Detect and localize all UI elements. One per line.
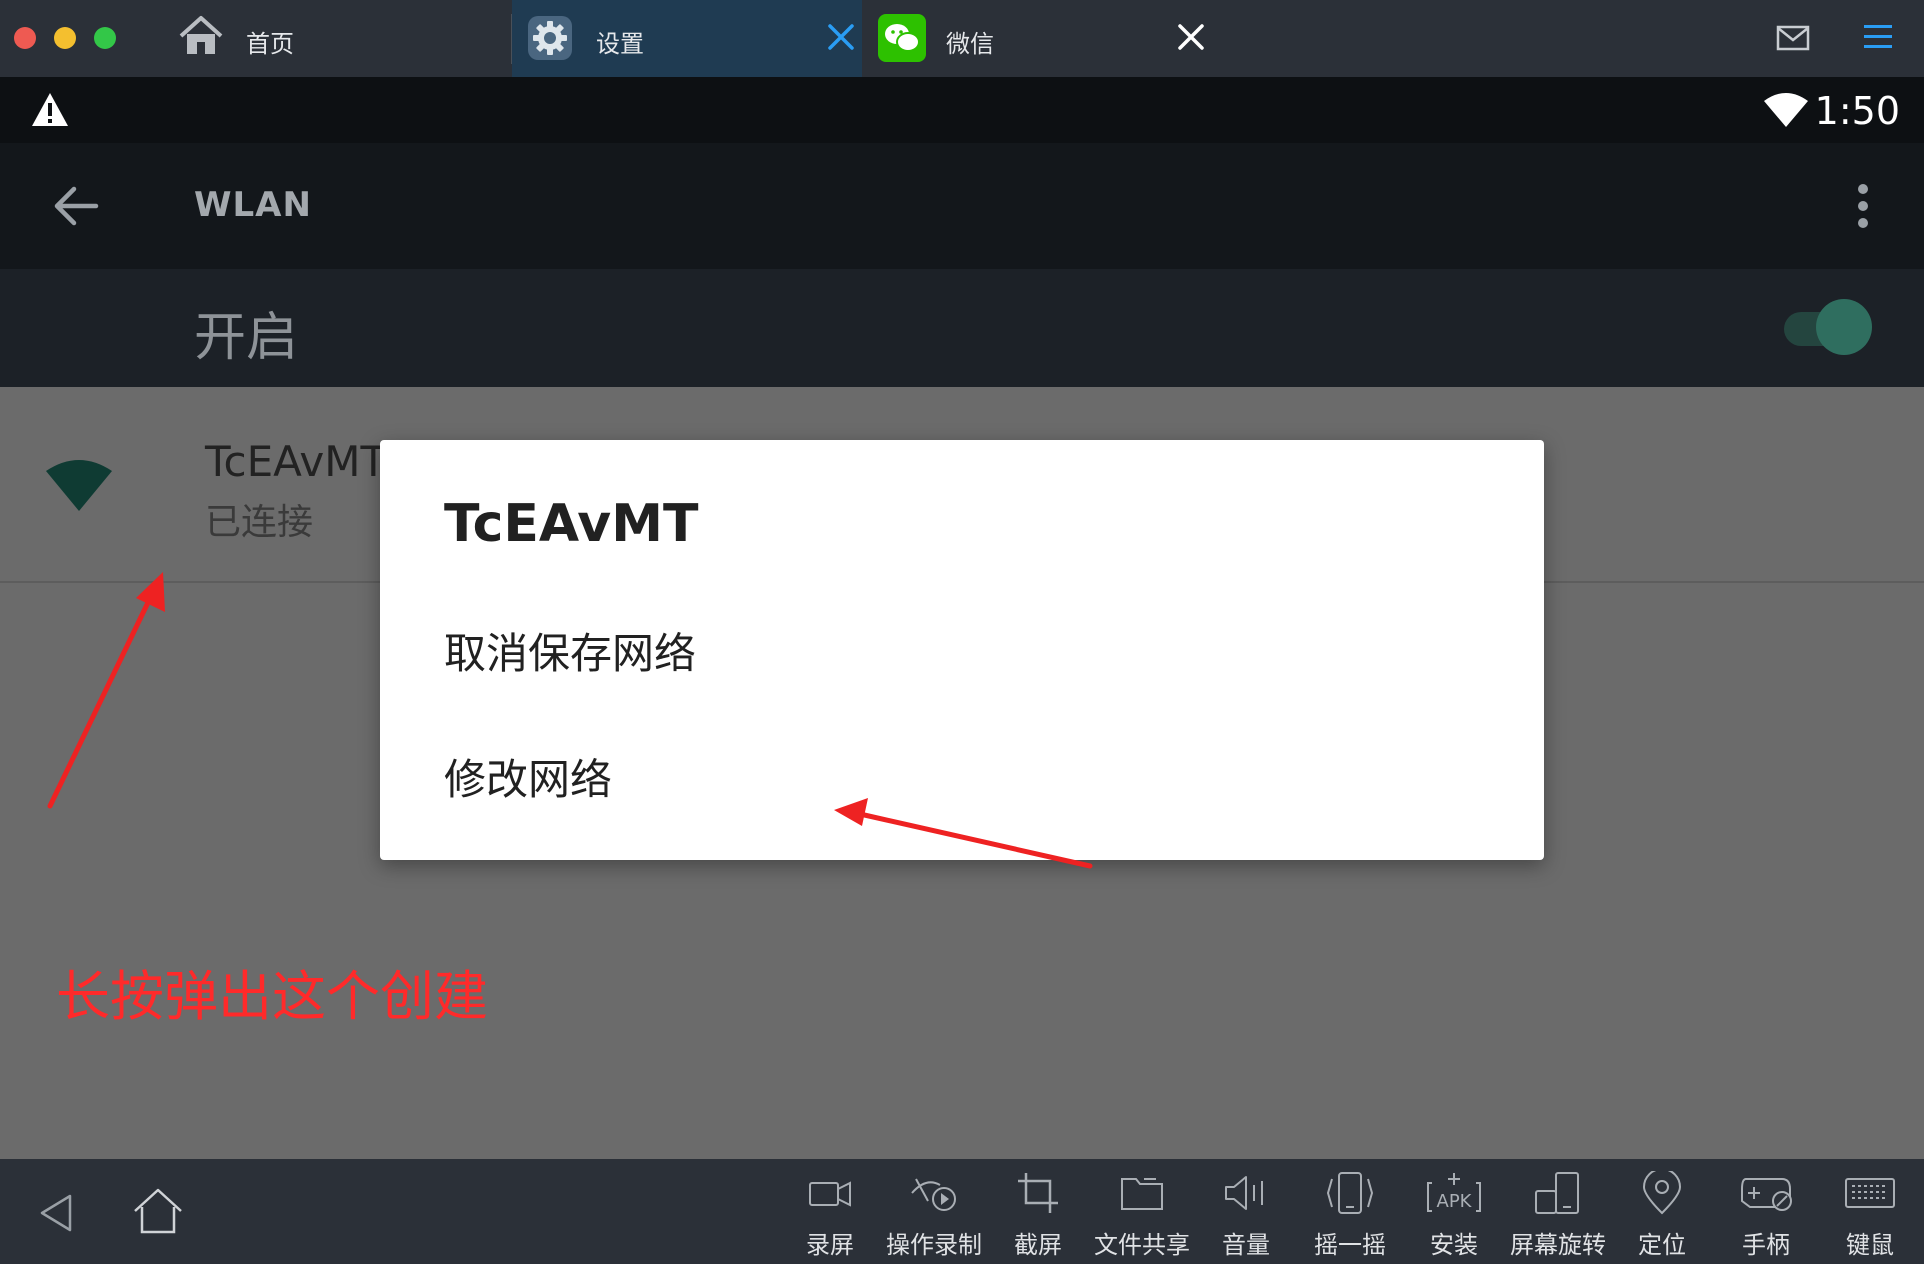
emulator-toolbar: 录屏 操作录制 截屏 文件共享 音量 摇一摇 APK 安装 屏幕旋转 定位 手柄… (0, 1159, 1924, 1264)
gamepad-icon (1741, 1178, 1792, 1211)
record-macro-icon (911, 1178, 956, 1211)
toolbar-record-macro[interactable]: 操作录制 (882, 1171, 986, 1261)
toolbar-label: 键鼠 (1846, 1231, 1894, 1259)
toolbar-gamepad[interactable]: 手柄 (1714, 1171, 1818, 1261)
network-context-dialog: TcEAvMT 取消保存网络 修改网络 (380, 440, 1544, 860)
wifi-toggle-thumb[interactable] (1816, 299, 1872, 355)
toolbar-file-share[interactable]: 文件共享 (1090, 1171, 1194, 1261)
wifi-toggle-row[interactable]: 开启 (0, 269, 1924, 387)
tab-wechat[interactable]: 微信 (862, 0, 1212, 77)
emulator-window: 首页 设置 微信 1:50 WLAN 开启 TcEAvMT 已连接 长按弹出这个… (0, 0, 1924, 1264)
toolbar-label: 文件共享 (1094, 1231, 1190, 1259)
settings-gear-icon (528, 16, 572, 60)
toolbar-label: 定位 (1638, 1231, 1686, 1259)
tab-settings[interactable]: 设置 (512, 0, 862, 77)
volume-icon (1225, 1176, 1263, 1210)
tab-settings-label: 设置 (596, 30, 644, 58)
tab-bar: 首页 设置 微信 (0, 0, 1924, 77)
toolbar-install-apk[interactable]: APK 安装 (1402, 1171, 1506, 1261)
mail-icon[interactable] (1776, 24, 1810, 52)
crop-icon (1018, 1173, 1058, 1213)
toolbar-keyboard-mouse[interactable]: 键鼠 (1818, 1171, 1922, 1261)
folder-icon (1121, 1178, 1163, 1210)
tab-home-label: 首页 (246, 30, 294, 58)
window-close-dot[interactable] (14, 27, 36, 49)
network-status: 已连接 (205, 502, 314, 543)
toolbar-label: 安装 (1430, 1231, 1478, 1259)
network-name: TcEAvMT (205, 437, 387, 486)
toolbar-screenshot[interactable]: 截屏 (986, 1171, 1090, 1261)
android-status-bar: 1:50 (0, 77, 1924, 143)
nav-home-icon[interactable] (132, 1187, 184, 1235)
wifi-toggle-label: 开启 (194, 308, 299, 368)
toolbar-label: 截屏 (1014, 1231, 1062, 1259)
toolbar-label: 摇一摇 (1314, 1231, 1386, 1259)
toolbar-record-screen[interactable]: 录屏 (778, 1171, 882, 1261)
back-arrow-icon[interactable] (52, 183, 100, 229)
nav-back-icon[interactable] (38, 1193, 72, 1233)
home-icon (179, 16, 223, 54)
status-clock: 1:50 (1814, 89, 1900, 133)
toolbar-label: 操作录制 (886, 1231, 982, 1259)
warning-icon (32, 93, 68, 126)
shake-phone-icon (1326, 1172, 1374, 1214)
toolbar-label: 屏幕旋转 (1510, 1231, 1606, 1259)
modify-network-option[interactable]: 修改网络 (444, 746, 612, 807)
more-options-icon[interactable] (1852, 181, 1874, 231)
video-camera-icon (809, 1181, 851, 1207)
dialog-title: TcEAvMT (444, 494, 699, 554)
toolbar-label: 手柄 (1742, 1231, 1790, 1259)
toolbar-shake[interactable]: 摇一摇 (1298, 1171, 1402, 1261)
toolbar-label: 录屏 (806, 1231, 854, 1259)
rotate-screen-icon (1535, 1172, 1579, 1214)
window-minimize-dot[interactable] (54, 27, 76, 49)
window-zoom-dot[interactable] (94, 27, 116, 49)
annotation-note: 长按弹出这个创建 (56, 965, 488, 1028)
apk-install-icon: APK (1427, 1173, 1481, 1212)
tab-wechat-label: 微信 (946, 30, 994, 58)
hamburger-menu-icon[interactable] (1862, 22, 1894, 52)
app-bar: WLAN (0, 143, 1924, 269)
toolbar-label: 音量 (1222, 1231, 1270, 1259)
wifi-signal-icon (46, 460, 112, 511)
toolbar-location[interactable]: 定位 (1610, 1171, 1714, 1261)
location-pin-icon (1642, 1171, 1682, 1215)
toolbar-volume[interactable]: 音量 (1194, 1171, 1298, 1261)
toolbar-rotate-screen[interactable]: 屏幕旋转 (1506, 1171, 1610, 1261)
tab-settings-close-icon[interactable] (824, 20, 858, 54)
forget-network-option[interactable]: 取消保存网络 (444, 620, 696, 681)
wechat-icon (878, 14, 926, 62)
page-title: WLAN (194, 185, 312, 225)
tab-wechat-close-icon[interactable] (1174, 20, 1208, 54)
keyboard-icon (1845, 1178, 1895, 1208)
tab-home[interactable]: 首页 (160, 0, 512, 77)
svg-text:APK: APK (1437, 1191, 1473, 1212)
wifi-status-icon (1764, 93, 1808, 127)
